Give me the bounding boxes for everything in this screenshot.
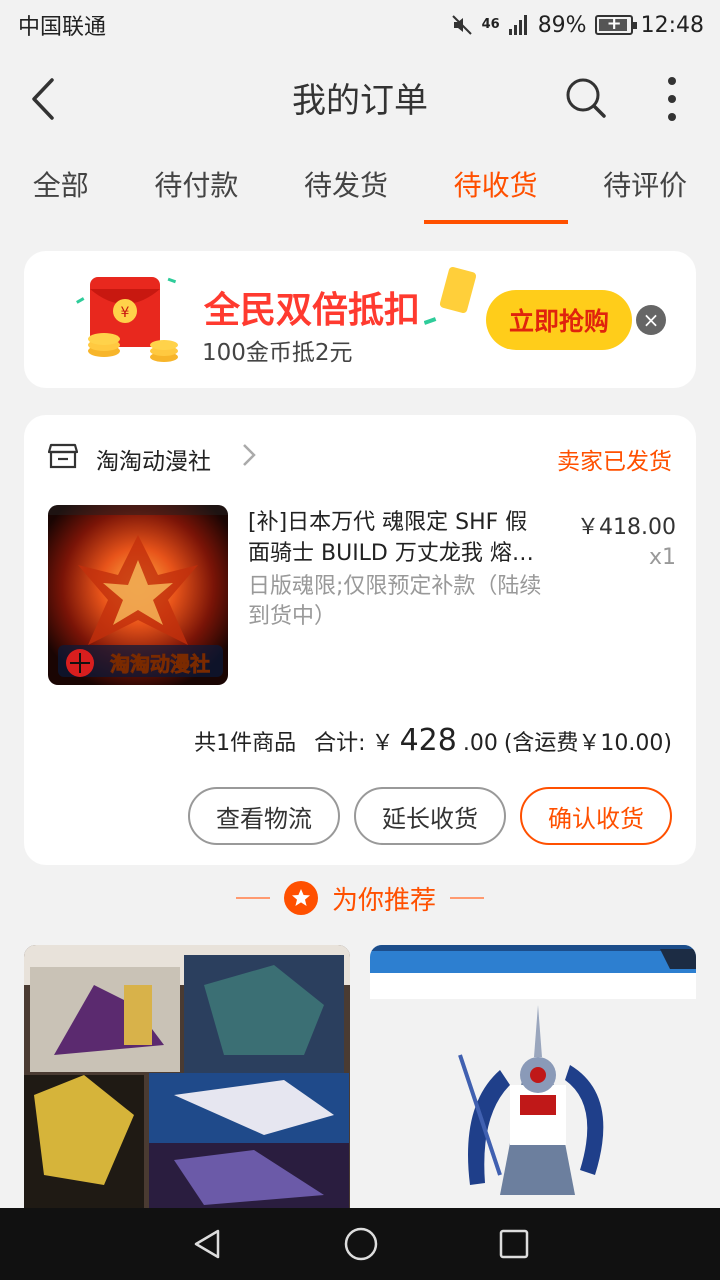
clock: 12:48 — [640, 12, 704, 38]
more-options-icon[interactable] — [650, 74, 694, 124]
search-icon[interactable] — [562, 74, 608, 120]
product-title[interactable]: [补]日本万代 魂限定 SHF 假面骑士 BUILD 万丈龙我 熔… — [248, 507, 548, 569]
nav-recents-icon[interactable] — [498, 1228, 530, 1260]
product-quantity: x1 — [648, 545, 676, 570]
product-thumbnail[interactable]: 淘淘动漫社 — [48, 505, 228, 685]
nav-back-icon[interactable] — [190, 1227, 224, 1261]
promo-title: 全民双倍抵扣 — [204, 290, 421, 331]
tab-all[interactable]: 全部 — [3, 150, 119, 226]
recommend-title: 为你推荐 — [331, 885, 436, 916]
extend-receipt-button[interactable]: 延长收货 — [354, 787, 506, 845]
promo-subtitle: 100金币抵2元 — [202, 340, 353, 366]
order-tabs: 全部 待付款 待发货 待收货 待评价 — [0, 150, 720, 226]
chevron-right-icon[interactable] — [240, 441, 258, 469]
product-price: ￥418.00 — [577, 515, 676, 540]
promo-banner[interactable]: ¥ 全民双倍抵扣 100金币抵2元 立即抢购 × — [24, 251, 696, 388]
red-envelope-icon: ¥ — [76, 277, 178, 362]
confirm-receipt-button[interactable]: 确认收货 — [520, 787, 672, 845]
shop-name[interactable]: 淘淘动漫社 — [96, 442, 211, 476]
battery-percent: 89% — [537, 12, 587, 38]
recommended-product-image[interactable] — [24, 945, 350, 1208]
close-promo-icon[interactable]: × — [636, 305, 666, 335]
page-title: 我的订单 — [292, 81, 428, 121]
divider-line — [450, 897, 484, 899]
back-arrow-icon[interactable] — [24, 74, 68, 124]
recommended-product-image[interactable] — [370, 945, 696, 1208]
order-summary: 共1件商品 合计: ￥ 428.00 (含运费￥10.00) — [194, 723, 672, 758]
buy-now-button[interactable]: 立即抢购 — [486, 290, 632, 350]
mute-icon — [451, 15, 472, 35]
carrier-label: 中国联通 — [18, 15, 107, 40]
tab-pending-review[interactable]: 待评价 — [573, 150, 717, 226]
product-sku: 日版魂限;仅限预定补款（陆续到货中） — [248, 574, 542, 629]
order-card: 淘淘动漫社 卖家已发货 淘淘动漫社 [补]日本万代 魂限定 SHF 假面骑士 B… — [24, 415, 696, 865]
total-label: 合计: — [314, 731, 366, 756]
nav-home-icon[interactable] — [343, 1226, 379, 1262]
divider-line — [235, 897, 270, 899]
tab-pending-shipment[interactable]: 待发货 — [274, 150, 418, 226]
shipping-fee: (含运费￥10.00) — [503, 731, 672, 756]
thumbnail-caption: 淘淘动漫社 — [110, 652, 210, 676]
system-nav-bar — [0, 1208, 720, 1280]
recommend-header: 为你推荐 — [0, 878, 720, 918]
shop-icon — [48, 443, 78, 469]
total-currency: ￥ — [371, 731, 394, 756]
tab-pending-receipt[interactable]: 待收货 — [423, 150, 568, 226]
status-bar: 中国联通 46 89% + 12:48 — [0, 0, 720, 50]
view-logistics-button[interactable]: 查看物流 — [188, 787, 340, 845]
item-count: 共1件商品 — [194, 731, 297, 756]
total-integer: 428 — [399, 723, 457, 758]
status-icons: 46 89% + 12:48 — [450, 13, 704, 38]
signal-icon — [508, 15, 527, 35]
svg-text:¥: ¥ — [121, 305, 130, 321]
star-icon — [283, 881, 318, 915]
coupon-deco-icon — [424, 266, 477, 325]
app-header: 我的订单 — [0, 50, 720, 145]
network-type: 46 — [481, 17, 500, 32]
order-status: 卖家已发货 — [557, 449, 672, 475]
tab-pending-payment[interactable]: 待付款 — [124, 150, 268, 226]
total-decimal: .00 — [462, 731, 498, 756]
battery-icon: + — [594, 13, 637, 35]
